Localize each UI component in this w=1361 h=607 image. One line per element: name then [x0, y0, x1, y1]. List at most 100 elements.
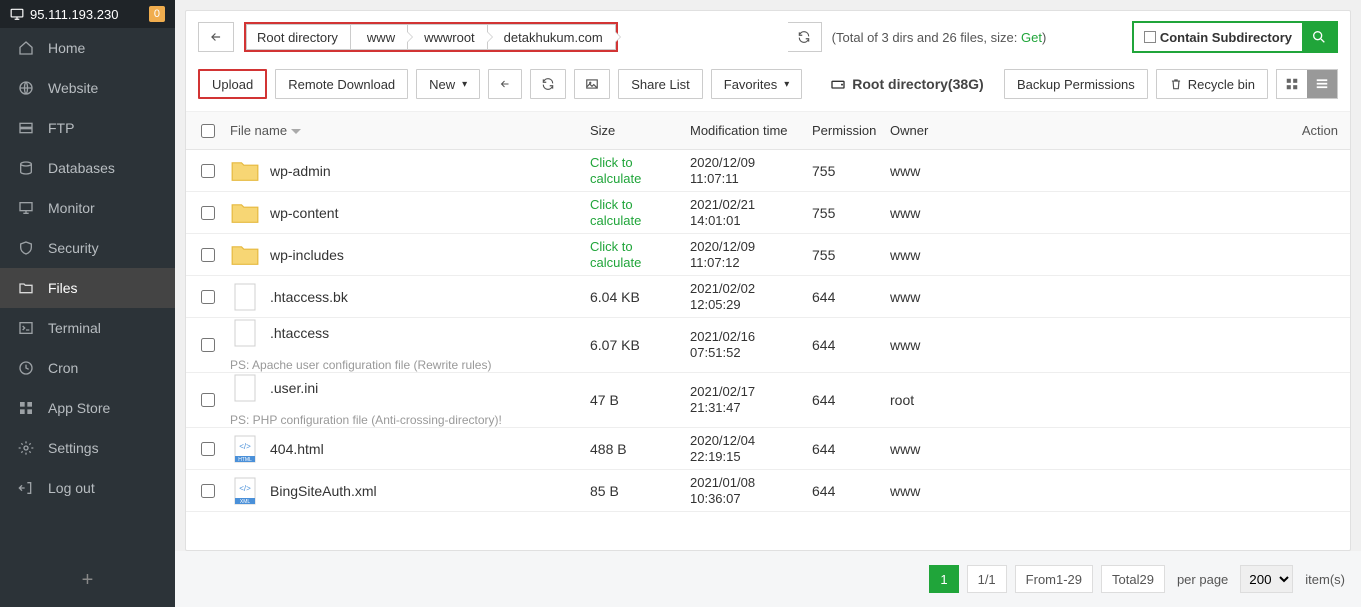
- row-checkbox[interactable]: [201, 164, 215, 178]
- column-perm-header[interactable]: Permission: [812, 123, 890, 138]
- column-size-header[interactable]: Size: [590, 123, 690, 138]
- row-checkbox[interactable]: [201, 484, 215, 498]
- row-checkbox[interactable]: [201, 393, 215, 407]
- row-checkbox[interactable]: [201, 290, 215, 304]
- sidebar-item-label: Files: [48, 280, 78, 296]
- backup-permissions-button[interactable]: Backup Permissions: [1004, 69, 1148, 99]
- root-directory-info: Root directory(38G): [830, 76, 983, 92]
- breadcrumb-root[interactable]: Root directory: [246, 24, 351, 50]
- per-page-select[interactable]: 200: [1240, 565, 1293, 593]
- sidebar-item-db[interactable]: Databases: [0, 148, 175, 188]
- breadcrumb-seg-2[interactable]: detakhukum.com: [488, 24, 616, 50]
- sidebar-item-label: Cron: [48, 360, 78, 376]
- list-icon: [1315, 77, 1329, 91]
- file-name[interactable]: .htaccess: [270, 325, 329, 341]
- svg-text:</>: </>: [239, 442, 251, 451]
- sidebar-item-cron[interactable]: Cron: [0, 348, 175, 388]
- file-name[interactable]: wp-admin: [270, 163, 331, 179]
- get-size-link[interactable]: Get: [1021, 30, 1042, 45]
- ftp-icon: [18, 120, 34, 136]
- table-row[interactable]: .htaccess PS: Apache user configuration …: [186, 318, 1350, 373]
- file-permission: 755: [812, 205, 890, 221]
- row-checkbox[interactable]: [201, 442, 215, 456]
- recycle-bin-button[interactable]: Recycle bin: [1156, 69, 1268, 99]
- trash-icon: [1169, 77, 1183, 91]
- file-name[interactable]: .user.ini: [270, 380, 318, 396]
- sidebar-item-home[interactable]: Home: [0, 28, 175, 68]
- refresh-icon: [541, 77, 555, 91]
- new-button[interactable]: New▾: [416, 69, 480, 99]
- sidebar-item-label: Home: [48, 40, 85, 56]
- logout-icon: [18, 480, 34, 496]
- terminal-icon: [18, 320, 34, 336]
- grid-icon: [1285, 77, 1299, 91]
- file-owner: www: [890, 441, 1268, 457]
- cron-icon: [18, 360, 34, 376]
- sidebar-item-gear[interactable]: Settings: [0, 428, 175, 468]
- view-grid-button[interactable]: [1277, 70, 1307, 98]
- share-list-button[interactable]: Share List: [618, 69, 703, 99]
- row-checkbox[interactable]: [201, 338, 215, 352]
- picture-button[interactable]: [574, 69, 610, 99]
- sidebar-item-globe[interactable]: Website: [0, 68, 175, 108]
- back-button[interactable]: [198, 22, 234, 52]
- select-all-checkbox[interactable]: [201, 124, 215, 138]
- file-name[interactable]: wp-content: [270, 205, 338, 221]
- contain-subdirectory-toggle[interactable]: Contain Subdirectory: [1134, 30, 1302, 45]
- arrow-left-icon: [209, 30, 223, 44]
- sort-icon: [291, 126, 301, 136]
- click-to-calculate[interactable]: Click to calculate: [590, 239, 690, 270]
- breadcrumb-seg-0[interactable]: www: [351, 24, 408, 50]
- table-row[interactable]: wp-admin Click to calculate 2020/12/09 1…: [186, 150, 1350, 192]
- upload-button[interactable]: Upload: [198, 69, 267, 99]
- column-mod-header[interactable]: Modification time: [690, 123, 812, 139]
- click-to-calculate[interactable]: Click to calculate: [590, 197, 690, 228]
- file-name[interactable]: 404.html: [270, 441, 324, 457]
- file-modified: 2021/02/21 14:01:01: [690, 197, 812, 228]
- sidebar-item-logout[interactable]: Log out: [0, 468, 175, 508]
- file-modified: 2020/12/09 11:07:12: [690, 239, 812, 270]
- db-icon: [18, 160, 34, 176]
- refresh-button[interactable]: [530, 69, 566, 99]
- file-permission: 755: [812, 163, 890, 179]
- row-checkbox[interactable]: [201, 206, 215, 220]
- table-row[interactable]: wp-includes Click to calculate 2020/12/0…: [186, 234, 1350, 276]
- file-owner: www: [890, 205, 1268, 221]
- sidebar-item-folder[interactable]: Files: [0, 268, 175, 308]
- page-1-button[interactable]: 1: [929, 565, 958, 593]
- view-list-button[interactable]: [1307, 70, 1337, 98]
- click-to-calculate[interactable]: Click to calculate: [590, 155, 690, 186]
- breadcrumb-seg-1[interactable]: wwwroot: [408, 24, 488, 50]
- page-total: 1/1: [967, 565, 1007, 593]
- sidebar-item-label: Databases: [48, 160, 115, 176]
- file-name[interactable]: .htaccess.bk: [270, 289, 348, 305]
- column-name-header[interactable]: File name: [230, 123, 301, 138]
- sidebar-item-terminal[interactable]: Terminal: [0, 308, 175, 348]
- file-name[interactable]: wp-includes: [270, 247, 344, 263]
- folder-icon: [230, 198, 260, 228]
- table-row[interactable]: wp-content Click to calculate 2021/02/21…: [186, 192, 1350, 234]
- table-row[interactable]: .htaccess.bk 6.04 KB 2021/02/02 12:05:29…: [186, 276, 1350, 318]
- file-modified: 2021/01/08 10:36:07: [690, 475, 812, 506]
- notification-badge[interactable]: 0: [149, 6, 165, 22]
- folder-icon: [230, 156, 260, 186]
- file-name[interactable]: BingSiteAuth.xml: [270, 483, 377, 499]
- remote-download-button[interactable]: Remote Download: [275, 69, 408, 99]
- file-permission: 644: [812, 483, 890, 499]
- table-row[interactable]: .user.ini PS: PHP configuration file (An…: [186, 373, 1350, 428]
- file-icon: [230, 373, 260, 403]
- column-owner-header[interactable]: Owner: [890, 123, 1268, 138]
- sidebar-item-apps[interactable]: App Store: [0, 388, 175, 428]
- sidebar-item-ftp[interactable]: FTP: [0, 108, 175, 148]
- sidebar-add-button[interactable]: +: [0, 554, 175, 607]
- table-row[interactable]: </>HTML 404.html 488 B 2020/12/04 22:19:…: [186, 428, 1350, 470]
- sidebar-item-monitor[interactable]: Monitor: [0, 188, 175, 228]
- favorites-button[interactable]: Favorites▾: [711, 69, 803, 99]
- summary-text: (Total of 3 dirs and 26 files, size: Get…: [832, 30, 1047, 45]
- nav-back-button[interactable]: [488, 69, 522, 99]
- table-row[interactable]: </>XML BingSiteAuth.xml 85 B 2021/01/08 …: [186, 470, 1350, 512]
- row-checkbox[interactable]: [201, 248, 215, 262]
- breadcrumb-refresh-button[interactable]: [788, 22, 822, 52]
- sidebar-item-shield[interactable]: Security: [0, 228, 175, 268]
- search-button[interactable]: [1302, 23, 1336, 51]
